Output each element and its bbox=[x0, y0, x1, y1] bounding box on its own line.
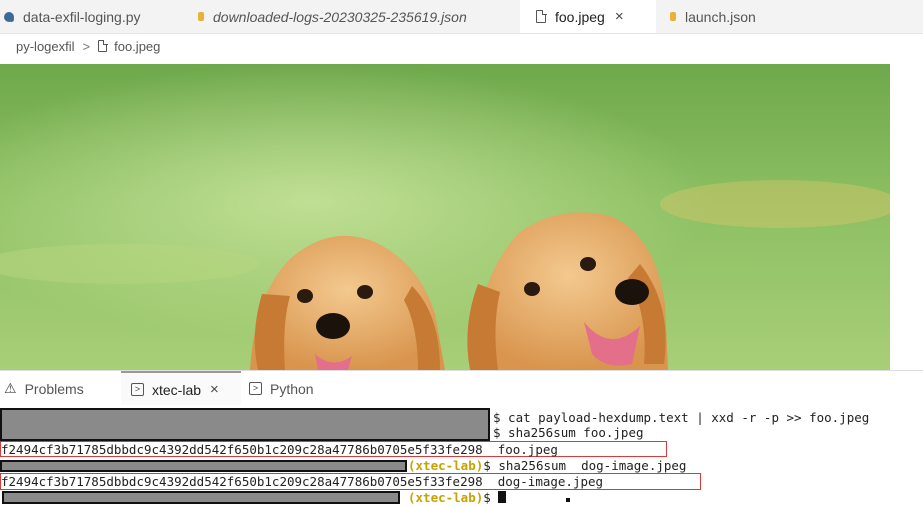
terminal-line: (xtec-lab)$ bbox=[408, 490, 507, 505]
terminal-line: f2494cf3b71785dbbdc9c4392dd542f650b1c209… bbox=[1, 442, 558, 457]
tab-downloaded-logs[interactable]: downloaded-logs-20230325-235619.json bbox=[192, 0, 520, 33]
json-file-icon bbox=[670, 12, 676, 21]
puppies-image bbox=[0, 64, 890, 370]
python-file-icon bbox=[4, 11, 14, 22]
tab-launch-json[interactable]: launch.json bbox=[656, 0, 810, 33]
venv-label: (xtec-lab) bbox=[408, 490, 484, 505]
tab-data-exfil-loging[interactable]: data-exfil-loging.py bbox=[0, 0, 192, 33]
command-text: $ sha256sum dog-image.jpeg bbox=[483, 458, 687, 473]
file-icon bbox=[536, 9, 547, 23]
breadcrumb-separator: > bbox=[82, 38, 91, 54]
tab-label: Python bbox=[270, 380, 314, 397]
json-file-icon bbox=[198, 12, 204, 21]
image-preview bbox=[0, 64, 890, 370]
tab-label: xtec-lab bbox=[152, 381, 202, 398]
editor-tab-bar: data-exfil-loging.py downloaded-logs-202… bbox=[0, 0, 923, 34]
close-icon[interactable]: × bbox=[615, 8, 624, 25]
close-icon[interactable]: × bbox=[210, 381, 219, 398]
terminal-line: $ cat payload-hexdump.text | xxd -r -p >… bbox=[493, 410, 870, 425]
tab-xtec-lab[interactable]: > xtec-lab × bbox=[121, 371, 241, 406]
tab-label: Problems bbox=[24, 380, 84, 397]
editor-margin bbox=[890, 56, 923, 370]
prompt-text: $ bbox=[483, 490, 499, 505]
tab-label: data-exfil-loging.py bbox=[23, 8, 141, 25]
tab-label: launch.json bbox=[685, 8, 756, 25]
redacted-block bbox=[0, 460, 407, 472]
terminal-icon: > bbox=[131, 383, 144, 396]
breadcrumb: py-logexfil > foo.jpeg bbox=[16, 36, 160, 56]
panel-tab-bar: ⚠ Problems > xtec-lab × > Python bbox=[0, 370, 923, 406]
tab-problems[interactable]: ⚠ Problems bbox=[0, 371, 121, 406]
tab-foo-jpeg[interactable]: foo.jpeg × bbox=[520, 0, 656, 33]
file-icon bbox=[98, 39, 108, 52]
tab-label: downloaded-logs-20230325-235619.json bbox=[213, 8, 467, 25]
terminal-line: $ sha256sum foo.jpeg bbox=[493, 425, 644, 440]
stray-dot bbox=[566, 498, 570, 502]
terminal-cursor bbox=[498, 491, 507, 503]
breadcrumb-file[interactable]: foo.jpeg bbox=[114, 39, 160, 54]
redacted-block bbox=[2, 491, 400, 504]
terminal-icon: > bbox=[249, 382, 262, 395]
terminal[interactable]: $ cat payload-hexdump.text | xxd -r -p >… bbox=[0, 405, 923, 507]
tab-label: foo.jpeg bbox=[555, 8, 605, 25]
terminal-line: f2494cf3b71785dbbdc9c4392dd542f650b1c209… bbox=[1, 474, 604, 489]
tab-python[interactable]: > Python bbox=[241, 371, 353, 406]
venv-label: (xtec-lab) bbox=[408, 458, 484, 473]
breadcrumb-folder[interactable]: py-logexfil bbox=[16, 39, 75, 54]
terminal-line: (xtec-lab)$ sha256sum dog-image.jpeg bbox=[408, 458, 686, 473]
warning-icon: ⚠ bbox=[4, 380, 17, 396]
redacted-block bbox=[0, 408, 490, 441]
